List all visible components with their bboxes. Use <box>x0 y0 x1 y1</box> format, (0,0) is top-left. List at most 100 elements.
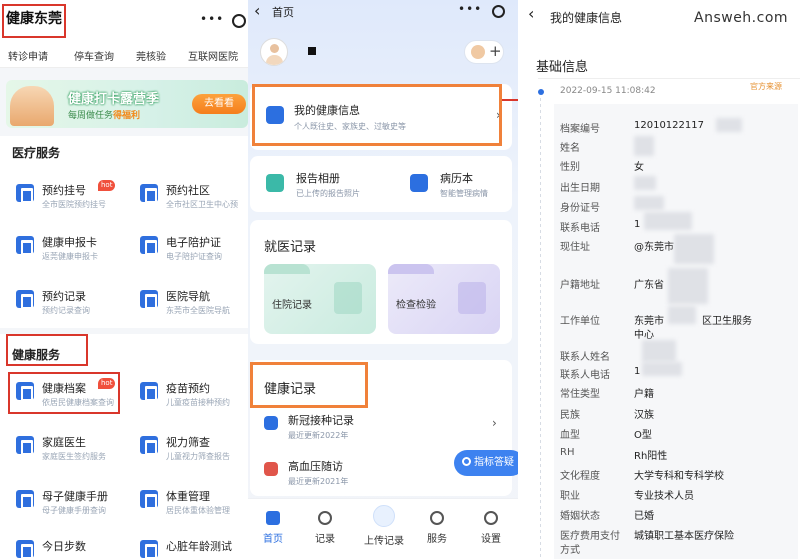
nav-verify[interactable]: 莞核验 <box>136 48 166 63</box>
watermark: Answ​eh.com <box>694 10 789 26</box>
tab-settings[interactable]: 设置 <box>466 505 516 549</box>
service-family-doctor[interactable]: 家庭医生 家庭医生签约服务 <box>12 432 132 466</box>
medical-record-icon <box>410 174 428 192</box>
eye-icon <box>140 436 158 455</box>
avatar[interactable] <box>260 38 288 66</box>
promo-banner[interactable]: 健康打卡露营季 每周做任务得福利 去看看 <box>6 80 248 128</box>
service-weight-management[interactable]: 体重管理 居民体重体验管理 <box>136 486 248 520</box>
service-appointment-records[interactable]: 预约记录 预约记录查询 <box>12 286 132 320</box>
medical-record-subtitle: 智能管理病情 <box>440 189 488 198</box>
service-vaccine-appointment[interactable]: 疫苗预约 儿童疫苗接种预约 <box>136 378 248 412</box>
handbook-icon <box>16 490 34 509</box>
family-member-icon <box>471 45 485 59</box>
camping-illustration-icon <box>10 86 54 126</box>
field-value: 12010122117 <box>634 120 704 131</box>
field-label: 工作单位 <box>560 316 600 327</box>
close-miniprogram-icon[interactable] <box>232 14 246 28</box>
more-menu-icon[interactable]: ••• <box>200 12 224 36</box>
nav-internet-hospital[interactable]: 互联网医院 <box>188 48 238 63</box>
indicator-qa-button[interactable]: 指标答疑 <box>454 450 518 476</box>
banner-title: 健康打卡露营季 <box>68 92 160 107</box>
tab-home[interactable]: 首页 <box>248 505 298 549</box>
quick-nav: 转诊申请 停车查询 莞核验 互联网医院 <box>0 44 248 68</box>
field-value-continued: 中心 <box>634 330 654 341</box>
search-icon <box>462 457 471 466</box>
health-dongguan-app: 健康东莞 ••• 转诊申请 停车查询 莞核验 互联网医院 健康打卡露营季 每周做… <box>0 0 248 559</box>
banner-go-button[interactable]: 去看看 <box>192 94 246 114</box>
field-value-continued: 区卫生服务 <box>702 316 752 327</box>
service-hospital-navigation[interactable]: 医院导航 东莞市全医院导航 <box>136 286 248 320</box>
record-timestamp: 2022-09-15 11:08:42 <box>560 86 656 96</box>
service-appointment[interactable]: 预约挂号 hot 全市医院预约挂号 <box>12 180 132 214</box>
field-label: 现住址 <box>560 242 590 253</box>
redacted-value <box>674 234 714 264</box>
field-label: 性别 <box>560 162 580 173</box>
field-value: 大学专科和专科学校 <box>634 471 724 482</box>
wrench-icon <box>484 511 498 525</box>
user-name-redacted <box>308 47 316 55</box>
chevron-right-icon: › <box>492 416 497 430</box>
heart-icon <box>430 511 444 525</box>
field-label: 联系人姓名 <box>560 352 610 363</box>
tab-records[interactable]: 记录 <box>300 505 350 549</box>
banner-subtitle: 每周做任务得福利 <box>68 111 141 121</box>
page-title: 我的健康信息 <box>550 11 623 25</box>
field-label: 文化程度 <box>560 471 600 482</box>
bottom-tab-bar: 首页 记录 上传记录 服务 设置 <box>248 498 518 559</box>
nav-referral[interactable]: 转诊申请 <box>8 48 48 63</box>
folder-tab <box>264 264 310 274</box>
add-family-button[interactable]: + <box>464 40 504 64</box>
report-album-title[interactable]: 报告相册 <box>296 170 340 186</box>
field-label: 出生日期 <box>560 183 600 194</box>
field-value: 东莞市 <box>634 316 664 327</box>
redacted-value <box>642 362 682 376</box>
medical-record-title[interactable]: 病历本 <box>440 170 473 186</box>
record-covid-vaccination[interactable]: 新冠接种记录 最近更新2022年 › <box>250 406 512 448</box>
folder-examinations[interactable]: 检查检验 <box>388 264 500 334</box>
redacted-value <box>716 118 742 132</box>
service-community[interactable]: 预约社区 全市社区卫生中心预 <box>136 180 248 214</box>
redacted-value <box>668 268 708 304</box>
service-health-declaration[interactable]: 健康申报卡 返莞健康申报卡 <box>12 232 132 266</box>
doctor-icon <box>16 436 34 455</box>
redacted-value <box>644 212 692 230</box>
redacted-value <box>668 306 696 324</box>
upload-icon <box>373 505 395 527</box>
close-miniprogram-icon[interactable] <box>492 5 505 18</box>
nav-parking[interactable]: 停车查询 <box>74 48 114 63</box>
field-value: 广东省 <box>634 280 664 291</box>
field-value: 汉族 <box>634 410 654 421</box>
folder-inpatient-records[interactable]: 住院记录 <box>264 264 376 334</box>
field-value: Rh阳性 <box>634 451 668 462</box>
field-label: RH <box>560 447 575 458</box>
tab-services[interactable]: 服务 <box>412 505 462 549</box>
more-menu-icon[interactable]: ••• <box>458 2 482 26</box>
field-label: 档案编号 <box>560 124 600 135</box>
app-header: 健康东莞 ••• <box>0 0 248 44</box>
scale-icon <box>140 490 158 509</box>
field-label: 常住类型 <box>560 389 600 400</box>
divider <box>538 78 800 79</box>
service-maternal-handbook[interactable]: 母子健康手册 母子健康手册查询 <box>12 486 132 520</box>
medical-services-card: 医疗服务 预约挂号 hot 全市医院预约挂号 预约社区 全市社区卫生中心预 健康… <box>0 136 248 328</box>
field-value: 城镇职工基本医疗保险 <box>634 531 734 542</box>
official-source-badge: 官方来源 <box>750 82 782 91</box>
health-services-highlight-box <box>6 334 88 366</box>
redacted-value <box>642 340 676 362</box>
service-vision-screening[interactable]: 视力筛查 儿童视力筛查报告 <box>136 432 248 466</box>
back-arrow-icon[interactable]: ‹ <box>528 4 534 23</box>
service-daily-steps[interactable]: 今日步数 <box>12 536 132 559</box>
service-escort-pass[interactable]: 电子陪护证 电子陪护证查询 <box>136 232 248 266</box>
health-services-card: 健康服务 健康档案 hot 依居民健康档案查询 疫苗预约 儿童疫苗接种预约 家庭… <box>0 334 248 559</box>
field-value: 1 <box>634 219 641 230</box>
service-heart-age-test[interactable]: 心脏年龄测试 <box>136 536 248 559</box>
tab-upload-records[interactable]: 上传记录 <box>356 505 412 549</box>
photo-album-icon <box>266 174 284 192</box>
back-arrow-icon[interactable]: ‹ <box>254 1 260 20</box>
redacted-value <box>634 176 656 190</box>
field-label: 户籍地址 <box>560 280 600 291</box>
health-home-app: ‹ 首页 ••• + 我的健康信息 个人既往史、家族史、过敏史等 › 报告相册 … <box>248 0 518 559</box>
profile-bar: + <box>248 26 518 80</box>
mid-header: ‹ 首页 ••• <box>248 0 518 26</box>
syringe-icon <box>140 382 158 401</box>
